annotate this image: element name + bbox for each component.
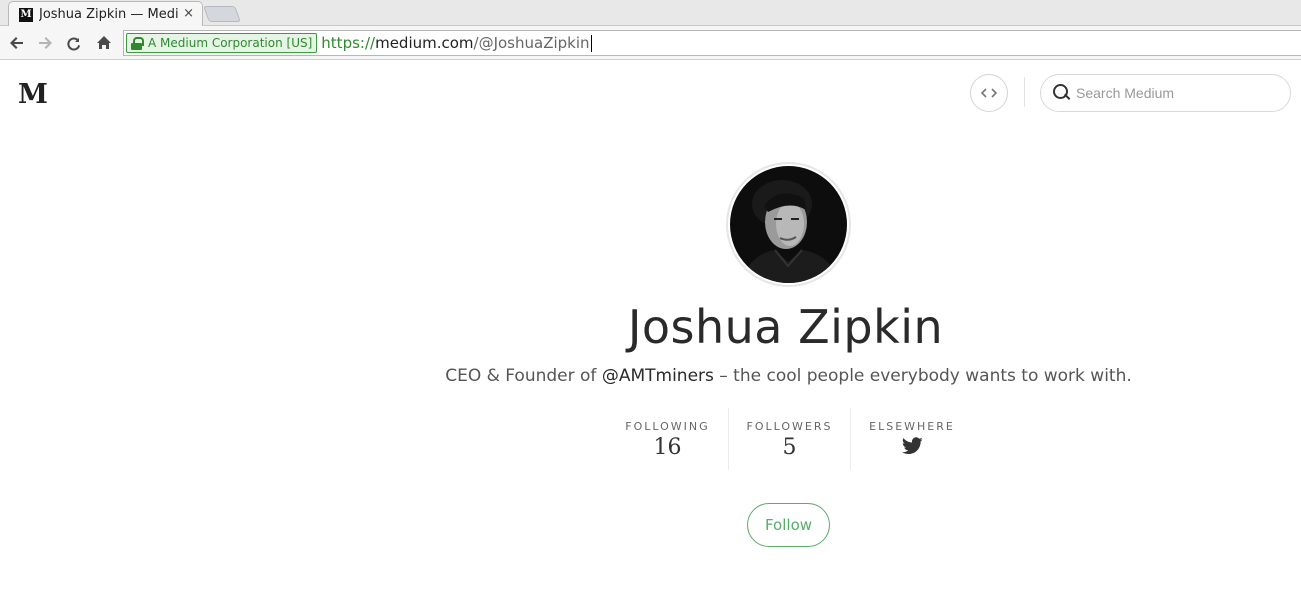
url-text[interactable]: https://medium.com/@JoshuaZipkin: [321, 34, 592, 52]
browser-tabbar: M Joshua Zipkin — Medium ×: [0, 0, 1301, 27]
profile-stats: FOLLOWING 16 FOLLOWERS 5 ELSEWHERE: [607, 408, 973, 470]
reload-icon[interactable]: [63, 32, 85, 54]
code-brackets-icon: [981, 88, 997, 98]
url-host: medium.com: [375, 34, 474, 52]
text-caret: [590, 35, 592, 52]
stat-value: 5: [782, 435, 797, 460]
bio-prefix: CEO & Founder of: [445, 366, 602, 386]
profile-bio: CEO & Founder of @AMTminers – the cool p…: [0, 366, 1301, 386]
ev-label: A Medium Corporation [US]: [148, 36, 313, 50]
medium-logo[interactable]: M: [18, 79, 48, 110]
medium-favicon-icon: M: [19, 7, 33, 22]
url-path: /@JoshuaZipkin: [473, 34, 590, 52]
ev-certificate-badge[interactable]: A Medium Corporation [US]: [126, 33, 318, 53]
browser-tab[interactable]: M Joshua Zipkin — Medium ×: [8, 1, 203, 27]
header-divider: [1024, 77, 1025, 107]
stat-label: ELSEWHERE: [869, 420, 955, 433]
stat-elsewhere: ELSEWHERE: [851, 408, 973, 470]
profile-name: Joshua Zipkin: [627, 300, 944, 354]
close-icon[interactable]: ×: [183, 6, 194, 21]
new-tab-button[interactable]: [203, 6, 241, 22]
avatar-photo: [730, 166, 847, 283]
tab-title: Joshua Zipkin — Medium: [39, 7, 179, 22]
lock-icon: [131, 36, 144, 50]
url-scheme: https://: [321, 34, 376, 52]
stat-label: FOLLOWERS: [746, 420, 833, 433]
forward-arrow-icon[interactable]: [34, 32, 56, 54]
twitter-icon[interactable]: [901, 437, 923, 455]
search-input[interactable]: [1076, 85, 1276, 101]
stat-value: 16: [653, 435, 682, 460]
home-icon[interactable]: [93, 32, 115, 54]
stat-label: FOLLOWING: [625, 420, 710, 433]
avatar[interactable]: [726, 162, 851, 287]
back-arrow-icon[interactable]: [6, 32, 28, 54]
stat-following[interactable]: FOLLOWING 16: [607, 408, 729, 470]
address-bar[interactable]: A Medium Corporation [US] https://medium…: [123, 30, 1301, 56]
follow-button[interactable]: Follow: [747, 503, 830, 547]
embed-code-button[interactable]: [970, 74, 1008, 112]
bio-suffix: – the cool people everybody wants to wor…: [713, 366, 1132, 386]
browser-toolbar: A Medium Corporation [US] https://medium…: [0, 26, 1301, 60]
stat-followers[interactable]: FOLLOWERS 5: [729, 408, 851, 470]
search-icon[interactable]: [1051, 83, 1071, 103]
bio-mention-link[interactable]: @AMTminers: [602, 366, 714, 386]
search-box[interactable]: [1040, 74, 1291, 112]
